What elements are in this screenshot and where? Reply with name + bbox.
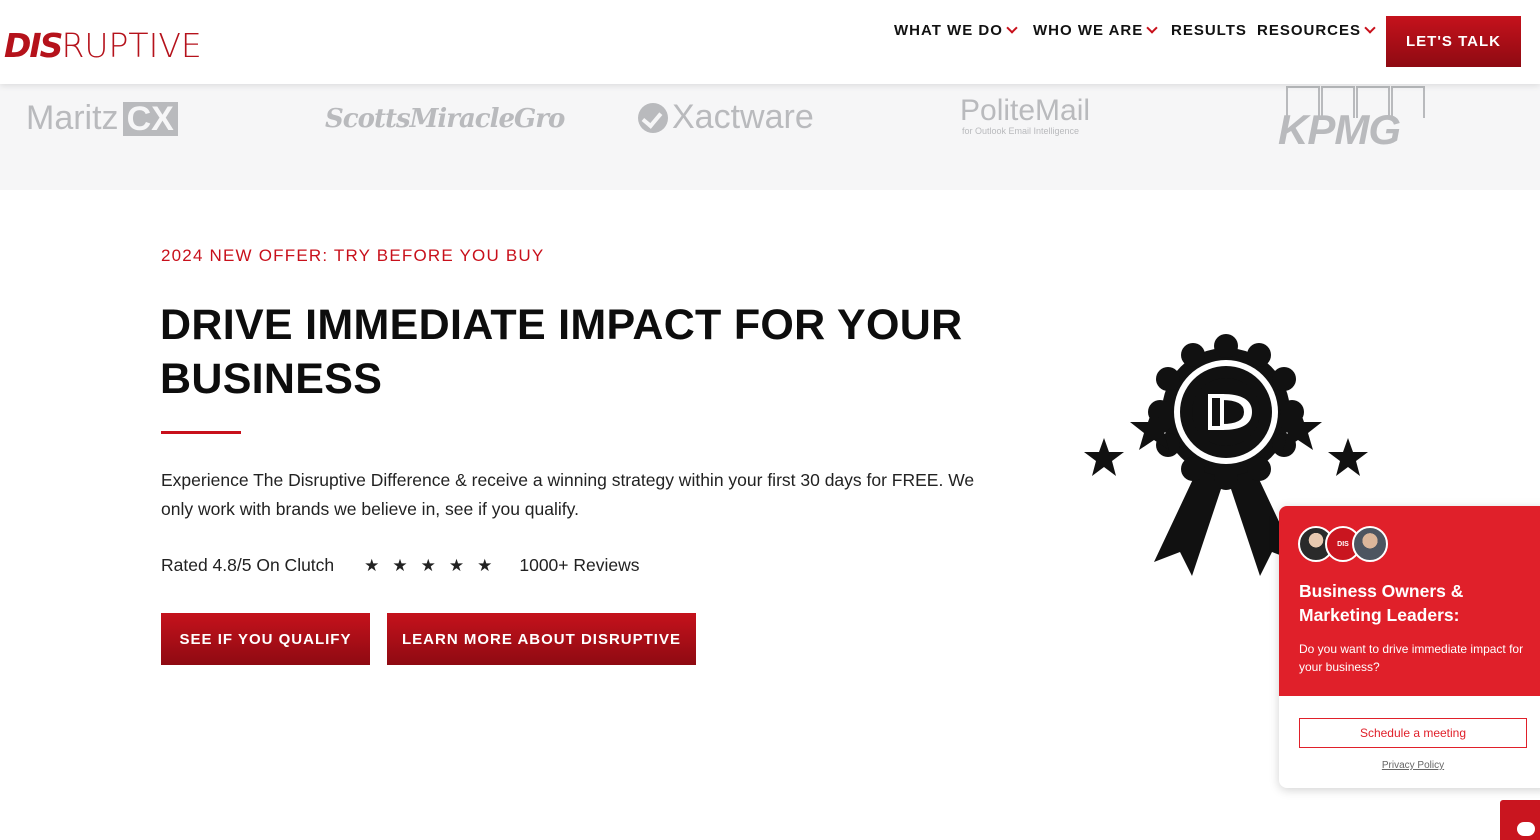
logo-bold-text: DIS <box>4 26 63 65</box>
chat-launcher-button[interactable] <box>1500 800 1540 840</box>
politemail-subtext: for Outlook Email Intelligence <box>962 126 1080 136</box>
scotts-miracle-gro-logo: ScottsMiracleGro <box>325 104 565 134</box>
nav-who-we-are[interactable]: WHO WE ARE <box>1033 21 1158 39</box>
reviews-count: 1000+ Reviews <box>519 555 640 575</box>
learn-more-button[interactable]: LEARN MORE ABOUT DISRUPTIVE <box>387 613 696 665</box>
maritz-cx-text: CX <box>122 101 178 136</box>
schedule-meeting-button[interactable]: Schedule a meeting <box>1299 718 1527 748</box>
offer-eyebrow: 2024 NEW OFFER: TRY BEFORE YOU BUY <box>161 246 545 265</box>
nav-resources[interactable]: RESOURCES <box>1257 21 1376 39</box>
page-headline: DRIVE IMMEDIATE IMPACT FOR YOUR BUSINESS <box>160 301 963 403</box>
rating-text: Rated 4.8/5 On Clutch <box>161 555 335 575</box>
see-if-you-qualify-button[interactable]: SEE IF YOU QUALIFY <box>161 613 370 665</box>
chevron-down-icon <box>1146 21 1158 34</box>
xactware-text: Xactware <box>672 98 814 136</box>
disruptive-logo[interactable]: DIS RUPTIVE <box>4 22 202 62</box>
chat-widget: DIS Business Owners & Marketing Leaders:… <box>1279 506 1540 788</box>
xactware-logo: Xactware <box>638 98 814 137</box>
chat-message: Do you want to drive immediate impact fo… <box>1299 642 1524 674</box>
star-rating-icon: ★★★★★ <box>364 555 506 575</box>
chat-bubble-icon <box>1517 822 1535 836</box>
client-logo-strip: Maritz CX ScottsMiracleGro Xactware Poli… <box>0 84 1540 190</box>
nav-what-we-do[interactable]: WHAT WE DO <box>894 21 1018 39</box>
offer-body-text: Experience The Disruptive Difference & r… <box>161 470 975 519</box>
politemail-logo: PoliteMail for Outlook Email Intelligenc… <box>960 94 1090 136</box>
chevron-down-icon <box>1006 21 1018 34</box>
nav-who-we-are-label: WHO WE ARE <box>1033 21 1144 39</box>
kpmg-logo: KPMG <box>1278 86 1425 153</box>
nav-resources-label: RESOURCES <box>1257 21 1362 39</box>
chevron-down-icon <box>1364 21 1376 34</box>
chat-title: Business Owners & Marketing Leaders: <box>1299 581 1464 625</box>
privacy-policy-link[interactable]: Privacy Policy <box>1279 760 1540 771</box>
chat-header: DIS Business Owners & Marketing Leaders:… <box>1279 506 1540 696</box>
site-header: DIS RUPTIVE WHAT WE DO WHO WE ARE RESULT… <box>0 0 1540 84</box>
nav-results-label: RESULTS <box>1171 21 1247 39</box>
avatar <box>1352 526 1388 562</box>
maritz-cx-logo: Maritz CX <box>26 99 178 138</box>
headline-divider <box>161 431 241 434</box>
nav-results[interactable]: RESULTS <box>1171 22 1247 39</box>
kpmg-text: KPMG <box>1278 106 1401 153</box>
lets-talk-button[interactable]: LET'S TALK <box>1386 16 1521 67</box>
xactware-check-icon <box>638 102 668 133</box>
politemail-text: PoliteMail <box>960 94 1091 127</box>
logo-light-text: RUPTIVE <box>61 26 202 65</box>
clutch-rating: Rated 4.8/5 On Clutch ★★★★★ 1000+ Review… <box>161 555 640 576</box>
nav-what-we-do-label: WHAT WE DO <box>894 21 1003 39</box>
chat-avatars: DIS <box>1298 526 1388 562</box>
maritz-text: Maritz <box>26 99 119 137</box>
